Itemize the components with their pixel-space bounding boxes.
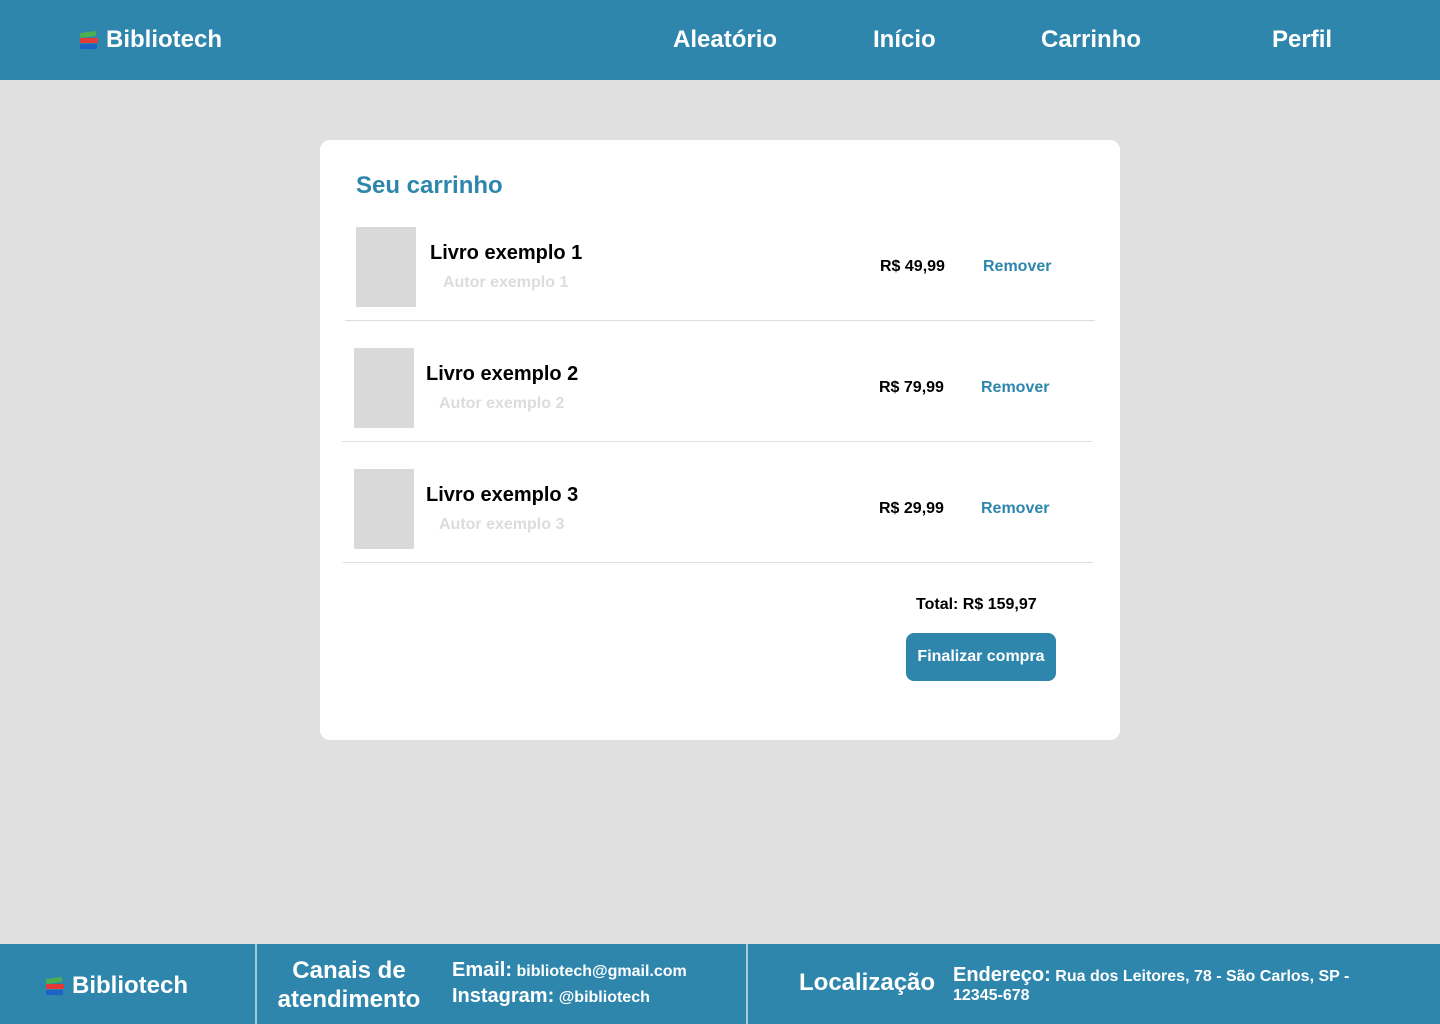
footer-divider	[255, 944, 257, 1024]
book-cover	[356, 227, 416, 307]
book-title: Livro exemplo 3	[426, 484, 579, 506]
book-price: R$ 29,99	[879, 500, 944, 517]
nav-link-perfil[interactable]: Perfil	[1272, 26, 1332, 54]
email-label: Email:	[452, 959, 513, 981]
email-line: Email: bibliotech@gmail.com	[452, 959, 687, 982]
book-cover	[354, 469, 414, 549]
footer-divider	[746, 944, 748, 1024]
book-title: Livro exemplo 2	[426, 363, 579, 385]
book-author: Autor exemplo 1	[443, 274, 569, 291]
nav-link-inicio[interactable]: Início	[873, 26, 936, 54]
nav-link-carrinho[interactable]: Carrinho	[1041, 26, 1141, 54]
remove-button[interactable]: Remover	[983, 258, 1051, 276]
book-author: Autor exemplo 2	[439, 395, 565, 412]
instagram-line: Instagram: @bibliotech	[452, 985, 650, 1008]
contact-heading: Canais de atendimento	[277, 957, 421, 1013]
remove-button[interactable]: Remover	[981, 500, 1049, 518]
instagram-value[interactable]: @bibliotech	[559, 989, 650, 1006]
address: Endereço: Rua dos Leitores, 78 - São Car…	[953, 964, 1383, 1005]
cart-title: Seu carrinho	[356, 172, 503, 199]
books-icon	[44, 975, 66, 997]
email-value[interactable]: bibliotech@gmail.com	[516, 963, 686, 980]
remove-button[interactable]: Remover	[981, 379, 1049, 397]
book-author: Autor exemplo 3	[439, 516, 565, 533]
cart-total: Total: R$ 159,97	[916, 596, 1037, 613]
book-price: R$ 49,99	[880, 258, 945, 275]
book-price: R$ 79,99	[879, 379, 944, 396]
books-icon	[78, 29, 100, 51]
checkout-button[interactable]: Finalizar compra	[906, 633, 1056, 681]
brand-name: Bibliotech	[106, 26, 223, 53]
location-heading: Localização	[799, 969, 936, 996]
item-divider	[342, 441, 1092, 442]
address-label: Endereço:	[953, 964, 1051, 986]
footer-brand-name: Bibliotech	[72, 972, 189, 999]
cart-card: Seu carrinho Livro exemplo 1 Autor exemp…	[320, 140, 1120, 740]
instagram-label: Instagram:	[452, 985, 555, 1007]
book-title: Livro exemplo 1	[430, 242, 583, 264]
header: Bibliotech Aleatório Início Carrinho Per…	[0, 0, 1440, 80]
book-cover	[354, 348, 414, 428]
footer-brand[interactable]: Bibliotech	[44, 972, 188, 1000]
footer: Bibliotech Canais de atendimento Email: …	[0, 944, 1440, 1024]
nav-link-aleatorio[interactable]: Aleatório	[673, 26, 777, 54]
item-divider	[343, 562, 1093, 563]
item-divider	[345, 320, 1095, 321]
brand-logo[interactable]: Bibliotech	[78, 26, 222, 54]
